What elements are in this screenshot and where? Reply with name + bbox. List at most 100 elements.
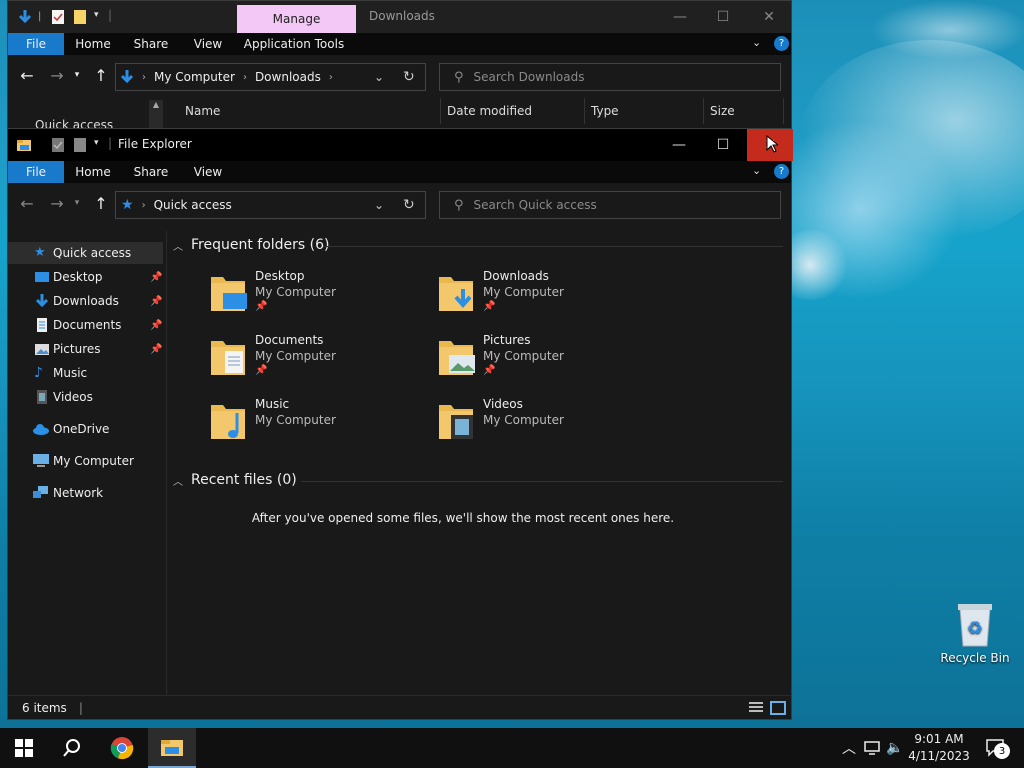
sidebar-item-documents[interactable]: Documents 📌 <box>8 314 163 336</box>
new-folder-icon[interactable] <box>73 137 87 153</box>
pin-icon[interactable]: 📌 <box>150 320 162 331</box>
download-arrow-icon[interactable] <box>18 9 32 25</box>
minimize-button[interactable]: — <box>657 1 703 33</box>
chevron-up-icon[interactable]: ︿ <box>842 738 856 758</box>
document-icon <box>37 318 47 332</box>
frequent-folders-header[interactable]: ︿ Frequent folders (6) <box>173 237 783 253</box>
tab-view[interactable]: View <box>180 161 236 183</box>
properties-icon[interactable] <box>51 9 65 25</box>
volume-icon[interactable]: 🔈 <box>886 740 903 756</box>
up-button[interactable]: ↑ <box>89 183 113 223</box>
sidebar-item-onedrive[interactable]: OneDrive <box>8 418 163 440</box>
downloads-window[interactable]: | ▾ | Manage Downloads — ☐ ✕ File Home S… <box>7 0 792 132</box>
sidebar-item-quick-access[interactable]: ★ Quick access <box>8 242 163 264</box>
details-view-icon[interactable] <box>748 701 764 715</box>
pin-icon[interactable]: 📌 <box>150 296 162 307</box>
breadcrumb-my-computer[interactable]: My Computer <box>154 70 235 84</box>
folder-tile-pictures[interactable]: Pictures My Computer 📌 <box>427 333 647 393</box>
breadcrumb-downloads[interactable]: Downloads <box>255 70 321 84</box>
up-button[interactable]: ↑ <box>89 55 113 95</box>
maximize-button[interactable]: ☐ <box>700 1 746 33</box>
navigation-bar: ← → ▾ ↑ › My Computer › Downloads › ⌄ ↻ … <box>8 55 791 95</box>
file-explorer-icon <box>161 740 183 756</box>
address-bar[interactable]: › My Computer › Downloads › ⌄ ↻ <box>115 63 426 91</box>
sidebar-item-network[interactable]: Network <box>8 482 163 504</box>
tab-home[interactable]: Home <box>64 161 122 183</box>
expand-ribbon-icon[interactable]: ⌄ <box>752 164 761 177</box>
scrollbar[interactable]: ▲ <box>149 100 163 128</box>
folder-tile-music[interactable]: Music My Computer <box>199 397 419 457</box>
file-explorer-window[interactable]: ▾ | File Explorer — ☐ ✕ File Home Share … <box>7 128 793 720</box>
column-type[interactable]: Type <box>585 98 704 124</box>
close-button[interactable]: ✕ <box>746 1 792 33</box>
action-center-button[interactable]: 3 <box>976 728 1016 768</box>
folder-tile-documents[interactable]: Documents My Computer 📌 <box>199 333 419 393</box>
manage-context-tab[interactable]: Manage <box>237 5 356 33</box>
video-icon <box>37 390 47 404</box>
tab-share[interactable]: Share <box>122 161 180 183</box>
folder-tile-videos[interactable]: Videos My Computer <box>427 397 647 457</box>
search-icon <box>63 739 80 757</box>
tab-application-tools[interactable]: Application Tools <box>236 33 352 55</box>
search-button[interactable] <box>48 728 96 768</box>
downloads-titlebar[interactable]: | ▾ | Manage Downloads — ☐ ✕ <box>8 1 791 33</box>
tab-file[interactable]: File <box>8 33 64 55</box>
sidebar-item-downloads[interactable]: Downloads 📌 <box>8 290 163 312</box>
back-button[interactable]: ← <box>15 55 39 95</box>
chevron-down-icon[interactable]: ⌄ <box>374 198 384 212</box>
file-explorer-taskbar-button[interactable] <box>148 728 196 768</box>
column-size[interactable]: Size <box>704 98 784 124</box>
breadcrumb-quick-access[interactable]: Quick access <box>154 198 232 212</box>
tab-share[interactable]: Share <box>122 33 180 55</box>
recycle-bin-icon: ♻ <box>958 604 992 647</box>
folder-tile-downloads[interactable]: Downloads My Computer 📌 <box>427 269 647 329</box>
sidebar-item-my-computer[interactable]: My Computer <box>8 450 163 472</box>
folder-tile-desktop[interactable]: Desktop My Computer 📌 <box>199 269 419 329</box>
sidebar-item-music[interactable]: ♪ Music <box>8 362 163 384</box>
recycle-bin-desktop-icon[interactable]: ♻ Recycle Bin <box>940 600 1010 665</box>
pin-icon[interactable]: 📌 <box>150 272 162 283</box>
titlebar[interactable]: ▾ | File Explorer — ☐ ✕ <box>8 129 793 161</box>
start-button[interactable] <box>0 728 48 768</box>
tab-home[interactable]: Home <box>64 33 122 55</box>
chevron-down-icon[interactable]: ⌄ <box>374 70 384 84</box>
properties-icon[interactable] <box>51 137 65 153</box>
pin-icon: 📌 <box>255 301 268 312</box>
qat-dropdown-icon[interactable]: ▾ <box>94 10 99 20</box>
content-pane: ︿ Frequent folders (6) Desktop My Comput… <box>166 231 791 695</box>
pin-icon[interactable]: 📌 <box>150 344 162 355</box>
chrome-icon <box>110 737 134 760</box>
refresh-icon[interactable]: ↻ <box>403 69 415 85</box>
recent-locations-icon[interactable]: ▾ <box>70 55 84 95</box>
large-icons-view-icon[interactable] <box>770 701 786 715</box>
chrome-taskbar-button[interactable] <box>98 728 146 768</box>
tab-view[interactable]: View <box>180 33 236 55</box>
help-icon[interactable]: ? <box>774 36 789 51</box>
back-button[interactable]: ← <box>15 183 39 223</box>
maximize-button[interactable]: ☐ <box>700 129 746 161</box>
sidebar-item-videos[interactable]: Videos <box>8 386 163 408</box>
qat-dropdown-icon[interactable]: ▾ <box>94 138 99 148</box>
forward-button[interactable]: → <box>45 55 69 95</box>
new-folder-icon[interactable] <box>73 9 87 25</box>
chevron-right-icon: › <box>142 71 146 83</box>
minimize-button[interactable]: — <box>656 129 702 161</box>
column-date-modified[interactable]: Date modified <box>441 98 585 124</box>
sidebar-item-pictures[interactable]: Pictures 📌 <box>8 338 163 360</box>
help-icon[interactable]: ? <box>774 164 789 179</box>
sidebar-item-desktop[interactable]: Desktop 📌 <box>8 266 163 288</box>
search-input[interactable]: ⚲ Search Quick access <box>439 191 781 219</box>
forward-button[interactable]: → <box>45 183 69 223</box>
pictures-folder-icon <box>439 341 475 375</box>
address-bar[interactable]: ★ › Quick access ⌄ ↻ <box>115 191 426 219</box>
network-status-icon[interactable] <box>864 741 880 755</box>
recent-locations-icon[interactable]: ▾ <box>70 183 84 223</box>
expand-ribbon-icon[interactable]: ⌄ <box>752 36 761 49</box>
recent-files-header[interactable]: ︿ Recent files (0) <box>173 472 783 488</box>
refresh-icon[interactable]: ↻ <box>403 197 415 213</box>
clock[interactable]: 9:01 AM 4/11/2023 <box>906 731 972 765</box>
search-input[interactable]: ⚲ Search Downloads <box>439 63 781 91</box>
tab-file[interactable]: File <box>8 161 64 183</box>
column-name[interactable]: Name <box>179 98 441 124</box>
desktop-folder-icon <box>211 277 247 311</box>
